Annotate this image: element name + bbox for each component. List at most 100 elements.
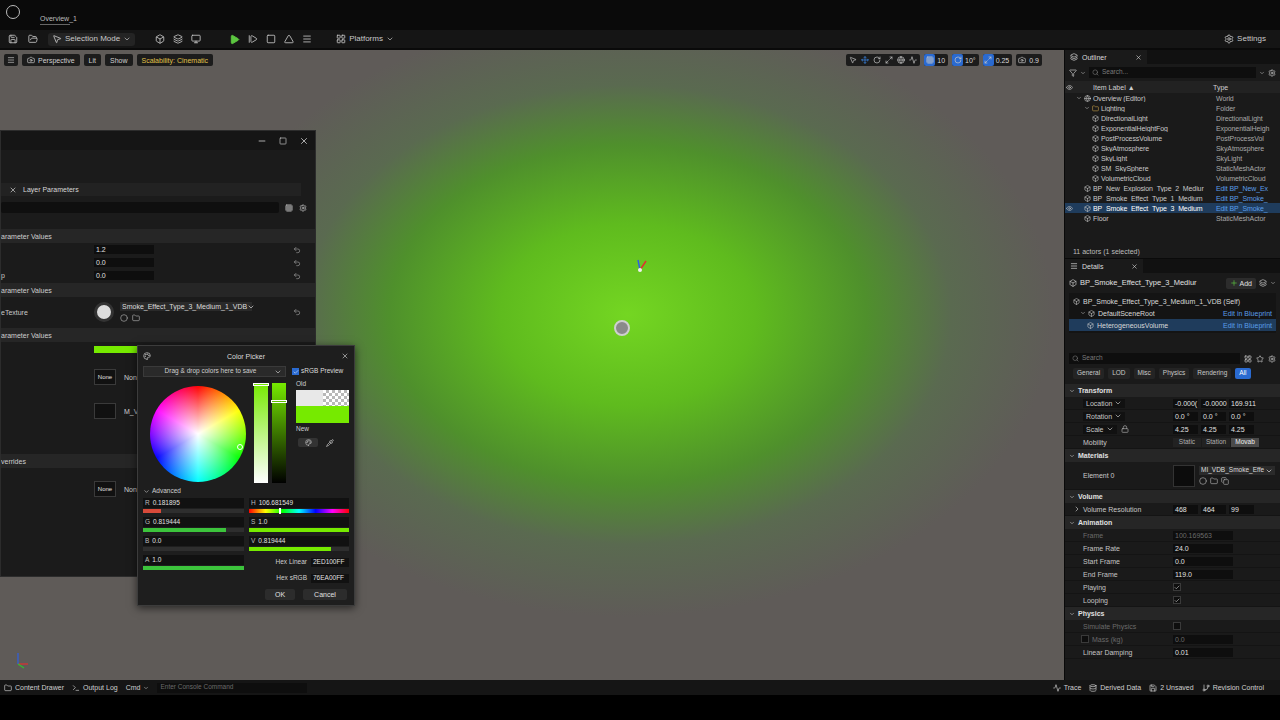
details-search[interactable]: Search — [1069, 353, 1240, 364]
eyedropper-icon[interactable] — [326, 439, 334, 447]
snap-setting[interactable]: 10 — [924, 54, 948, 66]
save-icon[interactable] — [8, 34, 18, 44]
eject-icon[interactable] — [284, 34, 294, 44]
parameter-search[interactable] — [1, 202, 279, 213]
section-header[interactable]: Volume — [1065, 490, 1280, 503]
browse-icon[interactable] — [1199, 477, 1207, 485]
vector-field[interactable]: 468 — [1173, 505, 1198, 514]
selection-mode-button[interactable]: Selection Mode — [48, 33, 135, 46]
new-color-swatch[interactable] — [296, 406, 349, 423]
gear-icon[interactable] — [1268, 355, 1276, 363]
outliner-row[interactable]: BP_Smoke_Effect_Type_1_Medium_Edit BP_Sm… — [1065, 193, 1280, 203]
filter-tab[interactable]: All — [1235, 368, 1250, 379]
status-bar-item[interactable]: Derived Data — [1089, 684, 1141, 692]
cinematics-icon[interactable] — [191, 34, 201, 44]
reset-icon[interactable] — [293, 308, 301, 316]
blueprint-icon[interactable] — [173, 34, 183, 44]
play-options-icon[interactable] — [302, 34, 312, 44]
stop-icon[interactable] — [266, 34, 276, 44]
filter-tab[interactable]: LOD — [1108, 368, 1129, 379]
expanded-icon[interactable] — [1080, 310, 1086, 316]
bar-marker[interactable] — [253, 383, 269, 386]
color-theme-button[interactable] — [298, 438, 318, 447]
value-bar[interactable] — [272, 383, 286, 483]
play-icon[interactable] — [229, 34, 240, 45]
value-bar[interactable] — [254, 383, 268, 483]
dialog-title-bar[interactable]: Color Picker — [143, 349, 349, 363]
expanded-icon[interactable] — [1076, 95, 1082, 101]
old-color-swatch[interactable] — [296, 390, 349, 406]
asset-thumbnail[interactable]: None — [94, 481, 116, 497]
vector-field[interactable]: 169.911 — [1229, 399, 1254, 408]
filter-tab[interactable]: Misc — [1134, 368, 1155, 379]
transform-gizmo-icon[interactable] — [632, 258, 650, 276]
mobility-option[interactable]: Static — [1173, 438, 1201, 447]
vector-field[interactable]: -0.000( — [1173, 399, 1198, 408]
number-field[interactable]: 0.01 — [1173, 648, 1233, 657]
vector-field[interactable]: 0.0 ° — [1229, 412, 1254, 421]
window-title-bar[interactable] — [1, 131, 315, 150]
select-icon[interactable] — [849, 56, 857, 64]
close-icon[interactable] — [1131, 263, 1138, 270]
scalability-label[interactable]: Scalability: Cinematic — [137, 54, 214, 66]
color-picker-dialog[interactable]: Color PickerDrag & drop colors here to s… — [137, 345, 355, 606]
filter-tab[interactable]: Rendering — [1193, 368, 1231, 379]
filter-tab[interactable]: Physics — [1159, 368, 1189, 379]
copy-icon[interactable] — [1221, 477, 1229, 485]
channel-slider[interactable]: A1.0 — [143, 555, 244, 570]
material-thumbnail[interactable] — [1173, 465, 1195, 487]
hex-field[interactable]: 76EA00FF — [311, 574, 349, 583]
move-icon[interactable] — [861, 56, 869, 64]
console-input[interactable]: Enter Console Command — [157, 683, 307, 693]
scale-icon[interactable] — [885, 56, 893, 64]
close-icon[interactable] — [341, 352, 349, 360]
component-row[interactable]: BP_Smoke_Effect_Type_3_Medium_1_VDB (Sel… — [1069, 295, 1276, 307]
add-component-button[interactable]: Add — [1226, 278, 1256, 289]
section-header[interactable]: Animation — [1065, 516, 1280, 529]
dialog-button[interactable]: Cancel — [303, 589, 347, 600]
outliner-row[interactable]: LightingFolder — [1065, 103, 1280, 113]
outliner-row[interactable]: DirectionalLightDirectionalLight — [1065, 113, 1280, 123]
viewport-menu[interactable]: Show — [105, 54, 133, 66]
chevron-icon[interactable] — [1259, 70, 1265, 76]
status-bar-button[interactable]: Content Drawer — [4, 684, 64, 692]
number-field[interactable]: 1.2 — [94, 245, 154, 254]
add-actor-icon[interactable] — [155, 34, 165, 44]
gear-icon[interactable] — [299, 204, 307, 212]
status-bar-button[interactable]: Cmd — [126, 684, 150, 691]
outliner-row[interactable]: SkyAtmosphereSkyAtmosphere — [1065, 143, 1280, 153]
asset-thumbnail[interactable]: None — [94, 369, 116, 385]
browse-icon[interactable] — [120, 314, 128, 322]
folder-icon[interactable] — [132, 314, 140, 322]
world-space-icon[interactable] — [897, 56, 905, 64]
color-wheel[interactable] — [150, 386, 246, 482]
surface-snap-icon[interactable] — [909, 56, 917, 64]
component-row[interactable]: DefaultSceneRootEdit in Blueprint — [1069, 307, 1276, 319]
component-row[interactable]: HeterogeneousVolumeEdit in Blueprint — [1069, 319, 1276, 331]
favorites-icon[interactable] — [1256, 355, 1264, 363]
outliner-row[interactable]: BP_New_Explosion_Type_2_MediurEdit BP_Ne… — [1065, 183, 1280, 193]
viewport-menu[interactable]: Perspective — [22, 54, 80, 66]
number-field[interactable]: 119.0 — [1173, 570, 1233, 579]
outliner-search[interactable]: Search... — [1089, 67, 1256, 78]
snap-setting[interactable]: 10° — [952, 54, 979, 66]
property-matrix-icon[interactable] — [1244, 355, 1252, 363]
vector-field[interactable]: 4.25 — [1201, 425, 1226, 434]
vector-field[interactable]: 0.0 ° — [1201, 412, 1226, 421]
close-icon[interactable] — [299, 136, 309, 146]
transform-mode-dropdown[interactable]: Location — [1083, 399, 1125, 408]
number-field[interactable]: 0.0 — [1173, 557, 1233, 566]
texture-thumbnail[interactable] — [94, 302, 114, 322]
maximize-icon[interactable] — [279, 137, 287, 145]
number-field[interactable]: 0.0 — [94, 271, 154, 280]
section-header[interactable]: Materials — [1065, 449, 1280, 462]
status-bar-item[interactable]: Revision Control — [1202, 684, 1264, 692]
outliner-row[interactable]: VolumetricCloudVolumetricCloud — [1065, 173, 1280, 183]
status-bar-item[interactable]: Trace — [1053, 684, 1082, 692]
number-field[interactable]: 24.0 — [1173, 544, 1233, 553]
reset-icon[interactable] — [293, 246, 301, 254]
column-header[interactable]: Item Label ▲ — [1077, 84, 1213, 91]
vector-field[interactable]: 99 — [1229, 505, 1254, 514]
texture-dropdown[interactable]: Smoke_Effect_Type_3_Medium_1_VDB — [120, 302, 252, 311]
outliner-row[interactable]: SM_SkySphereStaticMeshActor — [1065, 163, 1280, 173]
